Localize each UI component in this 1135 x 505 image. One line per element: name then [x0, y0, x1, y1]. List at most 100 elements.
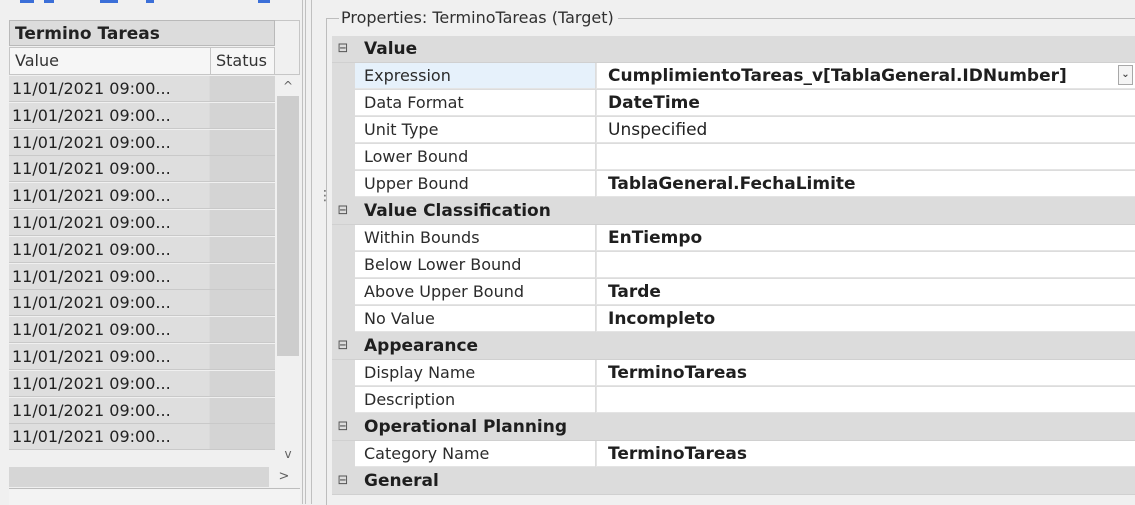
status-cell[interactable]: [210, 344, 275, 369]
property-row-within-bounds[interactable]: Within Bounds EnTiempo: [332, 225, 1135, 252]
property-name[interactable]: Lower Bound: [355, 144, 595, 170]
value-cell[interactable]: 11/01/2021 09:00...: [9, 370, 209, 396]
property-name[interactable]: Expression: [355, 63, 595, 89]
collapse-icon[interactable]: ⊟: [336, 203, 350, 219]
status-cell[interactable]: [210, 210, 275, 235]
chevron-down-icon[interactable]: ⌄: [1118, 65, 1133, 85]
property-name[interactable]: Unit Type: [355, 117, 595, 143]
property-row-lower-bound[interactable]: Lower Bound: [332, 144, 1135, 171]
value-cell[interactable]: 11/01/2021 09:00...: [9, 129, 209, 155]
value-cell[interactable]: 11/01/2021 09:00...: [9, 344, 209, 369]
property-value[interactable]: TerminoTareas: [596, 441, 1135, 467]
value-cell[interactable]: 11/01/2021 09:00...: [9, 397, 209, 423]
property-value[interactable]: EnTiempo: [596, 225, 1135, 251]
table-row[interactable]: 11/01/2021 09:00...: [9, 183, 275, 210]
value-cell[interactable]: 11/01/2021 09:00...: [9, 317, 209, 343]
property-name[interactable]: Upper Bound: [355, 171, 595, 197]
table-row[interactable]: 11/01/2021 09:00...: [9, 397, 275, 424]
table-row[interactable]: 11/01/2021 09:00...: [9, 156, 275, 183]
status-cell[interactable]: [210, 397, 275, 423]
value-cell[interactable]: 11/01/2021 09:00...: [9, 210, 209, 235]
category-value[interactable]: ⊟ Value: [332, 36, 1135, 63]
scroll-right-icon[interactable]: >: [274, 467, 294, 487]
table-row[interactable]: 11/01/2021 09:00...: [9, 290, 275, 317]
column-header-value[interactable]: Value: [15, 48, 59, 74]
property-value[interactable]: [596, 144, 1135, 170]
property-value[interactable]: Tarde: [596, 279, 1135, 305]
value-cell[interactable]: 11/01/2021 09:00...: [9, 263, 209, 289]
column-header-status[interactable]: Status: [216, 48, 267, 74]
property-name[interactable]: Within Bounds: [355, 225, 595, 251]
property-value[interactable]: Incompleto: [596, 306, 1135, 332]
status-cell[interactable]: [210, 317, 275, 343]
scroll-up-icon[interactable]: ^: [276, 78, 300, 94]
property-row-below-lower-bound[interactable]: Below Lower Bound: [332, 252, 1135, 279]
property-name[interactable]: Below Lower Bound: [355, 252, 595, 278]
value-cell[interactable]: 11/01/2021 09:00...: [9, 76, 209, 101]
property-value[interactable]: [596, 387, 1135, 413]
status-cell[interactable]: [210, 156, 275, 182]
category-general[interactable]: ⊟ General: [332, 468, 1135, 495]
table-row[interactable]: 11/01/2021 09:00...: [9, 317, 275, 344]
status-cell[interactable]: [210, 236, 275, 262]
status-cell[interactable]: [210, 183, 275, 209]
table-row[interactable]: 11/01/2021 09:00...: [9, 236, 275, 263]
value-cell[interactable]: 11/01/2021 09:00...: [9, 290, 209, 316]
property-row-no-value[interactable]: No Value Incompleto: [332, 306, 1135, 333]
property-name[interactable]: Data Format: [355, 90, 595, 116]
category-operational-planning[interactable]: ⊟ Operational Planning: [332, 414, 1135, 441]
property-row-upper-bound[interactable]: Upper Bound TablaGeneral.FechaLimite: [332, 171, 1135, 198]
status-cell[interactable]: [210, 424, 275, 450]
table-row[interactable]: 11/01/2021 09:00...: [9, 76, 275, 102]
vertical-scroll-thumb[interactable]: [277, 96, 299, 356]
property-row-above-upper-bound[interactable]: Above Upper Bound Tarde: [332, 279, 1135, 306]
property-row-display-name[interactable]: Display Name TerminoTareas: [332, 360, 1135, 387]
status-cell[interactable]: [210, 290, 275, 316]
property-name[interactable]: Description: [355, 387, 595, 413]
value-cell[interactable]: 11/01/2021 09:00...: [9, 156, 209, 182]
value-cell[interactable]: 11/01/2021 09:00...: [9, 424, 209, 450]
collapse-icon[interactable]: ⊟: [336, 338, 350, 354]
property-value[interactable]: CumplimientoTareas_v[TablaGeneral.IDNumb…: [596, 63, 1135, 89]
collapse-icon[interactable]: ⊟: [336, 419, 350, 435]
value-cell[interactable]: 11/01/2021 09:00...: [9, 102, 209, 128]
table-row[interactable]: 11/01/2021 09:00...: [9, 210, 275, 236]
vertical-scrollbar[interactable]: ^ v: [276, 76, 300, 466]
property-name[interactable]: Category Name: [355, 441, 595, 467]
status-cell[interactable]: [210, 263, 275, 289]
property-value[interactable]: Unspecified: [596, 117, 1135, 143]
horizontal-scrollbar[interactable]: >: [9, 466, 300, 488]
property-row-unit-type[interactable]: Unit Type Unspecified: [332, 117, 1135, 144]
collapse-icon[interactable]: ⊟: [336, 473, 350, 489]
status-cell[interactable]: [210, 129, 275, 155]
property-row-data-format[interactable]: Data Format DateTime: [332, 90, 1135, 117]
value-cell[interactable]: 11/01/2021 09:00...: [9, 183, 209, 209]
collapse-icon[interactable]: ⊟: [336, 41, 350, 57]
splitter-grip-icon[interactable]: ⋮: [318, 189, 332, 213]
value-cell[interactable]: 11/01/2021 09:00...: [9, 236, 209, 262]
property-value[interactable]: TerminoTareas: [596, 360, 1135, 386]
status-cell[interactable]: [210, 370, 275, 396]
property-name[interactable]: Above Upper Bound: [355, 279, 595, 305]
table-row[interactable]: 11/01/2021 09:00...: [9, 424, 275, 451]
table-row[interactable]: 11/01/2021 09:00...: [9, 344, 275, 370]
scroll-down-icon[interactable]: v: [276, 446, 300, 462]
table-row[interactable]: 11/01/2021 09:00...: [9, 263, 275, 290]
property-name[interactable]: Display Name: [355, 360, 595, 386]
property-value[interactable]: [596, 252, 1135, 278]
panel-splitter[interactable]: [302, 0, 320, 504]
table-row[interactable]: 11/01/2021 09:00...: [9, 102, 275, 129]
status-cell[interactable]: [210, 76, 275, 101]
property-value[interactable]: DateTime: [596, 90, 1135, 116]
category-value-classification[interactable]: ⊟ Value Classification: [332, 198, 1135, 225]
property-row-description[interactable]: Description: [332, 387, 1135, 414]
property-value[interactable]: TablaGeneral.FechaLimite: [596, 171, 1135, 197]
property-row-category-name[interactable]: Category Name TerminoTareas: [332, 441, 1135, 468]
table-row[interactable]: 11/01/2021 09:00...: [9, 129, 275, 156]
category-appearance[interactable]: ⊟ Appearance: [332, 333, 1135, 360]
horizontal-scroll-thumb[interactable]: [9, 467, 269, 487]
status-cell[interactable]: [210, 102, 275, 128]
table-row[interactable]: 11/01/2021 09:00...: [9, 370, 275, 397]
property-row-expression[interactable]: Expression CumplimientoTareas_v[TablaGene…: [332, 63, 1135, 90]
property-name[interactable]: No Value: [355, 306, 595, 332]
